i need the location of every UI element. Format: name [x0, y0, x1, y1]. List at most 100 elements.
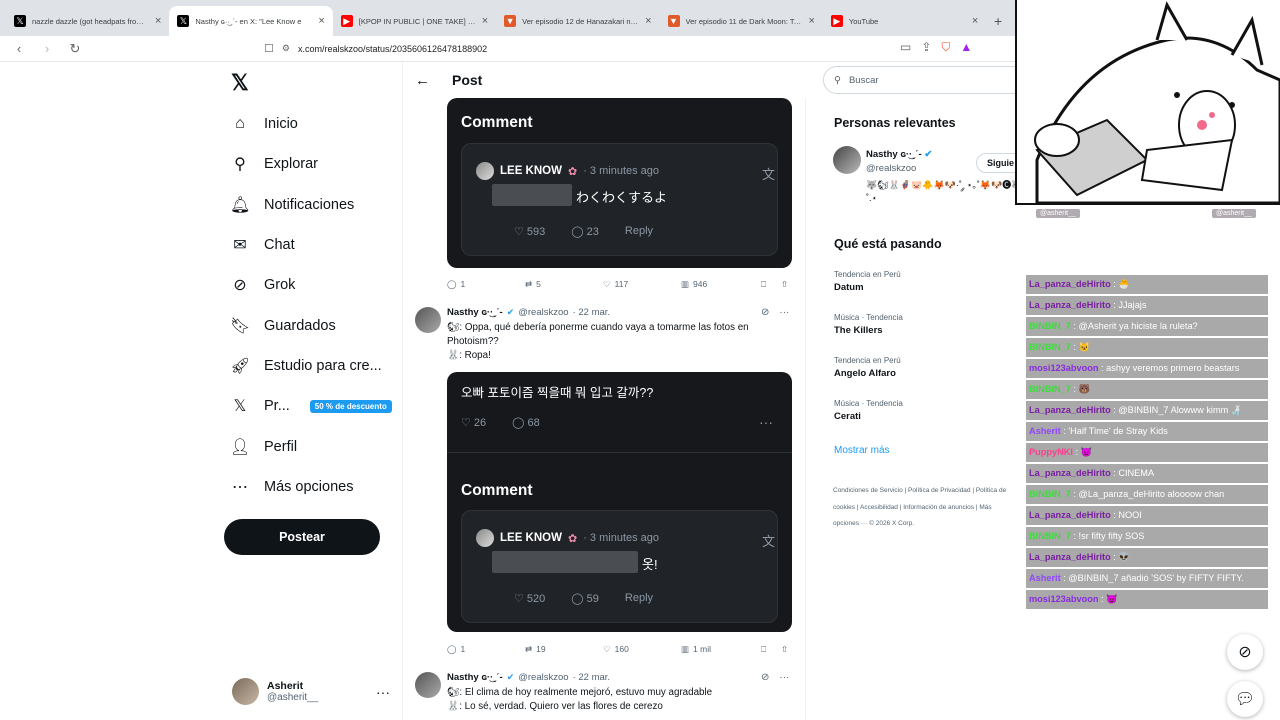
close-tab-icon[interactable]: ×: [318, 15, 324, 27]
browser-tab[interactable]: ▶ YouTube ×: [823, 6, 986, 36]
nav-item-notificaciones[interactable]: 🔔︎ Notificaciones: [230, 185, 392, 225]
chat-text: CINEMA: [1118, 468, 1155, 478]
reply-tweet[interactable]: Nasthy ɢ·͜·ˎˊ- ✔ @realskzoo · 22 mar. ⊘ ·…: [415, 672, 795, 720]
browser-tab[interactable]: 𝕏nazzle dazzle (got headpats from ch ×: [6, 6, 169, 36]
chat-text: 🐣: [1118, 279, 1130, 289]
search-input[interactable]: ⚲ Buscar: [823, 66, 1033, 94]
bookmark-icon[interactable]: ⎕: [761, 644, 766, 655]
brave-shield-icon[interactable]: ⛉: [941, 40, 950, 55]
chat-text: @La_panza_deHirito aloooow chan: [1078, 489, 1225, 499]
media-card[interactable]: Comment LEE KNOW ✿ · 3 minutes ago 文 わくわ…: [447, 98, 792, 268]
question-text: 오빠 포토이즘 찍을때 뭐 입고 갈까??: [461, 386, 654, 400]
chat-message: mosi123abvoon : 😈: [1026, 590, 1268, 609]
close-tab-icon[interactable]: ×: [155, 15, 161, 27]
trend-item[interactable]: Tendencia en Perú Datum: [834, 270, 901, 293]
like-button[interactable]: ♡ 117: [603, 279, 628, 290]
post-button[interactable]: Postear: [224, 519, 380, 555]
browser-tab[interactable]: ▶ [KPOP IN PUBLIC | ONE TAKE] VIVIZ ×: [333, 6, 496, 36]
chat-message: La_panza_deHirito : JJajajs: [1026, 296, 1268, 315]
tweet-date: · 22 mar.: [572, 307, 611, 318]
nav-item-grok[interactable]: ⊘ Grok: [230, 265, 392, 305]
media-card[interactable]: 오빠 포토이즘 찍을때 뭐 입고 갈까?? ♡ 26 ◯ 68 ··· Comm…: [447, 372, 792, 632]
question-actions: ♡ 26 ◯ 68: [461, 416, 540, 429]
reply-button[interactable]: ◯ 1: [447, 279, 465, 290]
reply-label: Reply: [624, 225, 654, 237]
people-heading: Personas relevantes: [834, 116, 956, 130]
x-logo[interactable]: 𝕏: [231, 70, 249, 96]
show-more-link[interactable]: Mostrar más: [834, 445, 890, 456]
cast-icon[interactable]: ▭: [900, 40, 911, 55]
messages-icon[interactable]: 💬︎: [1227, 681, 1263, 717]
new-tab-button[interactable]: +: [986, 6, 1010, 36]
more-icon[interactable]: ···: [779, 307, 789, 318]
back-icon[interactable]: ‹: [10, 41, 28, 56]
more-icon[interactable]: ···: [779, 672, 789, 683]
toolbar-actions: ▭ ⇪ ⛉ ▲: [900, 40, 972, 55]
tweet-header: Nasthy ɢ·͜·ˎˊ- ✔ @realskzoo · 22 mar.: [447, 307, 610, 318]
home-icon: ⌂: [235, 115, 245, 133]
chat-text: @BINBIN_7 Alowww kimm 🍶: [1118, 405, 1243, 415]
back-arrow-icon[interactable]: ←: [415, 72, 430, 89]
like-button[interactable]: ♡ 160: [603, 644, 629, 655]
chat-user: BINBIN_7: [1029, 531, 1071, 541]
comment-text: 옷!: [642, 557, 658, 572]
chat-text: !sr fifty fifty SOS: [1078, 531, 1145, 541]
nav-item-premium[interactable]: 𝕏 Pr... 50 % de descuento: [230, 386, 392, 426]
nav-item-explorar[interactable]: ⚲ Explorar: [230, 144, 392, 184]
bongo-cat-image: [1034, 1, 1280, 205]
bookmark-star-icon[interactable]: ☐: [264, 42, 274, 55]
more-icon[interactable]: ···: [376, 684, 390, 700]
trend-item[interactable]: Música · Tendencia The Killers: [834, 313, 903, 336]
site-info-icon[interactable]: ⚙: [282, 43, 290, 54]
nav-label: Grok: [264, 277, 296, 294]
translate-icon: 文: [762, 534, 776, 549]
nav-label: Notificaciones: [264, 196, 355, 213]
nav-item-estudio[interactable]: 🚀︎ Estudio para cre...: [230, 346, 392, 386]
reload-icon[interactable]: ↻: [66, 41, 84, 57]
account-switcher[interactable]: Asherit @asherit__ ···: [232, 678, 390, 705]
tweet-actions: ◯ 1 ⇄ 19 ♡ 160 ▥ 1 mil ⎕ ⇧: [447, 642, 792, 656]
address-bar[interactable]: ☐ ⚙ x.com/realskzoo/status/2035606126478…: [264, 42, 487, 55]
nav-item-inicio[interactable]: ⌂ Inicio: [230, 104, 392, 144]
url-text[interactable]: x.com/realskzoo/status/20356061264781889…: [298, 44, 487, 54]
close-tab-icon[interactable]: ×: [972, 15, 978, 27]
views-button[interactable]: ▥ 1 mil: [681, 644, 711, 655]
forward-icon[interactable]: ›: [38, 41, 56, 56]
grok-icon[interactable]: ⊘: [761, 307, 769, 318]
chat-message: BINBIN_7 : 🐱: [1026, 338, 1268, 357]
close-tab-icon[interactable]: ×: [808, 15, 814, 27]
chat-message: mosi123abvoon : ashyy veremos primero be…: [1026, 359, 1268, 378]
username-badge: @asherit__: [1036, 209, 1080, 218]
chat-message: La_panza_deHirito : @BINBIN_7 Alowww kim…: [1026, 401, 1268, 420]
close-tab-icon[interactable]: ×: [482, 15, 488, 27]
nav-item-perfil[interactable]: 👤︎ Perfil: [230, 426, 392, 466]
trend-item[interactable]: Música · Tendencia Cerati: [834, 399, 903, 422]
repost-button[interactable]: ⇄ 19: [525, 644, 546, 655]
bookmark-icon[interactable]: ⎕: [761, 279, 766, 290]
share-icon[interactable]: ⇪: [921, 40, 931, 55]
share-icon[interactable]: ⇧: [781, 279, 788, 290]
grok-icon[interactable]: ⊘: [1227, 634, 1263, 670]
browser-tab[interactable]: ▼ Ver episodio 11 de Dark Moon: Tsuk ×: [660, 6, 823, 36]
browser-tab[interactable]: ▼ Ver episodio 12 de Hanazakari no Ki ×: [496, 6, 659, 36]
nav-label: Explorar: [264, 156, 318, 173]
comment-time: · 3 minutes ago: [583, 165, 660, 177]
trend-name: Datum: [834, 282, 864, 293]
views-button[interactable]: ▥ 946: [681, 279, 707, 290]
avatar: [476, 529, 494, 547]
nav-item-guardados[interactable]: 🔖︎ Guardados: [230, 305, 392, 345]
brave-rewards-icon[interactable]: ▲: [960, 40, 972, 55]
nav-item-mas-opciones[interactable]: ⋯ Más opciones: [230, 467, 392, 507]
comment-text: わくわくするよ: [576, 190, 668, 205]
reply-button[interactable]: ◯ 1: [447, 644, 465, 655]
close-tab-icon[interactable]: ×: [645, 15, 651, 27]
reply-tweet[interactable]: Nasthy ɢ·͜·ˎˊ- ✔ @realskzoo · 22 mar. ⊘ ·…: [415, 307, 795, 367]
repost-button[interactable]: ⇄ 5: [525, 279, 541, 290]
trend-item[interactable]: Tendencia en Perú Angelo Alfaro: [834, 356, 901, 379]
footer-links[interactable]: Condiciones de Servicio | Política de Pr…: [833, 483, 1018, 533]
nav-item-chat[interactable]: ✉ Chat: [230, 225, 392, 265]
browser-tab[interactable]: 𝕏 Nasthy ɢ·͜·ˎˊ- en X: "Lee Know e ×: [169, 6, 333, 36]
share-icon[interactable]: ⇧: [781, 644, 788, 655]
grok-icon[interactable]: ⊘: [761, 672, 769, 683]
nav-label: Inicio: [264, 116, 298, 133]
